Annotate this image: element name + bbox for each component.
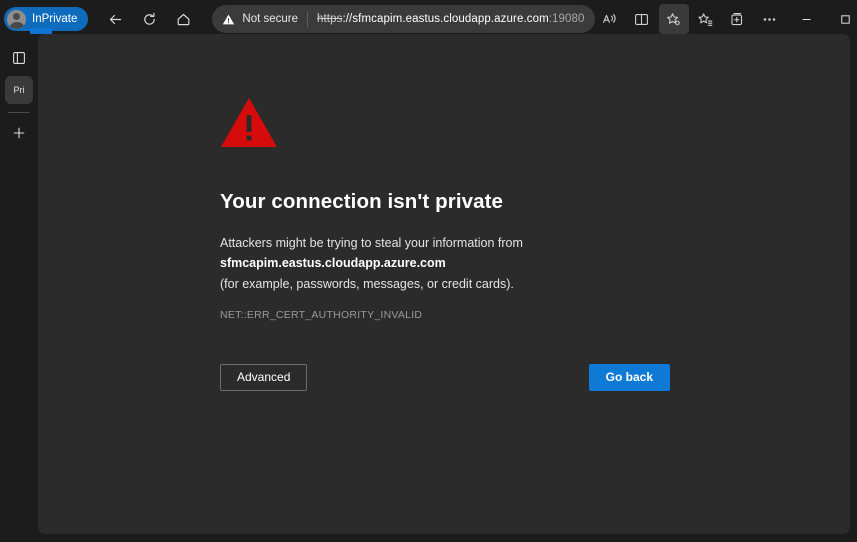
error-description-suffix: (for example, passwords, messages, or cr… [220,276,514,291]
read-aloud-icon[interactable] [595,4,625,34]
advanced-button[interactable]: Advanced [220,363,308,391]
inprivate-label: InPrivate [32,13,78,25]
error-page: Your connection isn't private Attackers … [220,97,690,391]
page-title: Your connection isn't private [220,190,504,213]
maximize-button[interactable] [826,3,857,35]
not-secure-warning-icon [222,13,235,26]
error-description-host: sfmcapim.eastus.cloudapp.azure.com [220,256,446,271]
page-content-area: Your connection isn't private Attackers … [38,34,850,534]
warning-triangle-icon [221,98,277,147]
error-code: NET::ERR_CERT_AUTHORITY_INVALID [220,308,423,321]
url-scheme: https [317,13,343,25]
back-button[interactable] [100,4,130,34]
home-button[interactable] [168,4,198,34]
error-actions: Advanced Go back [220,363,670,391]
refresh-button[interactable] [134,4,164,34]
address-divider [307,11,308,27]
collections-icon[interactable] [723,4,753,34]
split-screen-icon[interactable] [627,4,657,34]
tab-actions-icon[interactable] [5,44,33,72]
go-back-button[interactable]: Go back [588,363,670,391]
error-description: Attackers might be trying to steal your … [220,233,680,294]
url-scheme-suffix: :// [342,13,353,25]
sidebar-tab-label: Pri [13,85,25,95]
sidebar-tab-private[interactable]: Pri [5,76,33,104]
navigation-controls [100,4,198,34]
url-host: sfmcapim.eastus.cloudapp.azure.com [352,13,549,25]
settings-and-more-icon[interactable] [755,4,785,34]
window-controls [787,0,857,38]
error-description-prefix: Attackers might be trying to steal your … [220,236,523,250]
sidebar-divider [8,112,30,113]
browser-titlebar: InPrivate Not secure https://sfmcapim.ea… [0,0,857,38]
minimize-button[interactable] [787,3,826,35]
url-text: https://sfmcapim.eastus.cloudapp.azure.c… [317,13,585,25]
address-bar[interactable]: Not secure https://sfmcapim.eastus.cloud… [212,5,595,33]
favorites-icon[interactable] [691,4,721,34]
new-tab-icon[interactable] [5,119,33,147]
avatar [7,9,26,29]
add-favorite-icon[interactable] [658,4,689,34]
url-port: :19080 [548,13,585,25]
toolbar-actions [595,4,785,34]
not-secure-label: Not secure [242,13,298,25]
vertical-tab-sidebar: Pri [0,38,38,542]
